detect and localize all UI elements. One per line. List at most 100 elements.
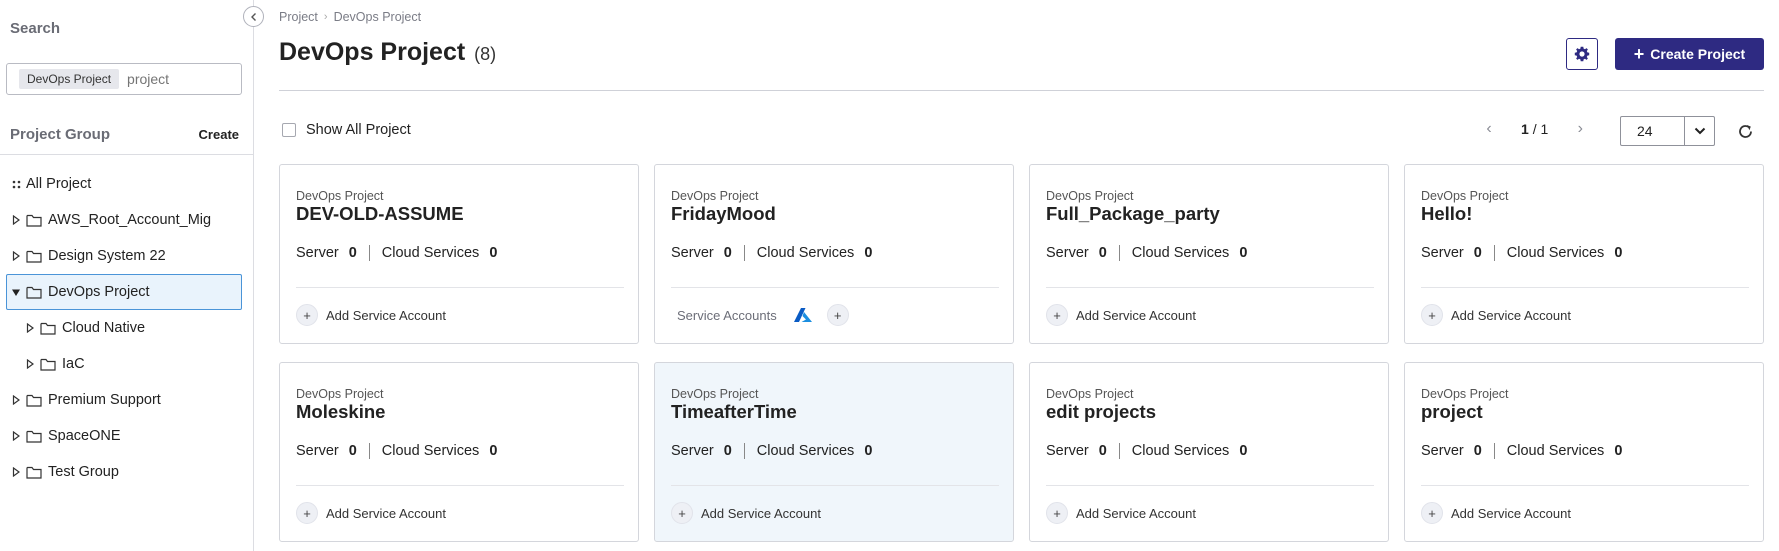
cloud-services-label: Cloud Services [756, 443, 855, 459]
cloud-services-count[interactable]: 0 [489, 245, 497, 261]
chevron-down-icon[interactable] [1684, 117, 1714, 145]
server-count[interactable]: 0 [349, 443, 357, 459]
tree-item[interactable]: Premium Support [0, 382, 254, 418]
project-card[interactable]: DevOps Project Moleskine Server 0 Cloud Serv… [279, 362, 639, 542]
add-service-account-plus-icon[interactable]: + [671, 502, 693, 524]
tree-item-label: Test Group [48, 464, 119, 480]
add-service-account-link[interactable]: Add Service Account [326, 506, 446, 521]
card-divider [1046, 485, 1374, 486]
cloud-services-count[interactable]: 0 [1239, 443, 1247, 459]
cloud-services-count[interactable]: 0 [489, 443, 497, 459]
add-service-account-plus-icon[interactable]: + [1421, 304, 1443, 326]
add-service-account-plus-icon[interactable]: + [1046, 502, 1068, 524]
cloud-services-count[interactable]: 0 [1614, 443, 1622, 459]
page-total: / 1 [1532, 121, 1549, 137]
cloud-services-count[interactable]: 0 [864, 245, 872, 261]
page-size-select[interactable]: 24 [1620, 116, 1715, 146]
breadcrumb-project[interactable]: Project [279, 10, 318, 24]
server-label: Server [1421, 245, 1464, 261]
card-project-name[interactable]: TimeafterTime [671, 401, 797, 423]
caret-right-icon[interactable] [24, 359, 36, 369]
show-all-checkbox[interactable] [282, 123, 296, 137]
add-service-account-link[interactable]: Add Service Account [1451, 308, 1571, 323]
card-project-name[interactable]: project [1421, 401, 1483, 423]
azure-icon[interactable] [793, 307, 813, 323]
tree-item[interactable]: Design System 22 [0, 238, 254, 274]
tree-item[interactable]: SpaceONE [0, 418, 254, 454]
card-project-name[interactable]: DEV-OLD-ASSUME [296, 203, 464, 225]
server-count[interactable]: 0 [1474, 245, 1482, 261]
search-box[interactable]: DevOps Project [6, 63, 242, 95]
add-service-account-plus-icon[interactable]: + [1046, 304, 1068, 326]
card-project-name[interactable]: Moleskine [296, 401, 385, 423]
server-count[interactable]: 0 [349, 245, 357, 261]
add-service-account-plus-icon[interactable]: + [1421, 502, 1443, 524]
tree-item[interactable]: Cloud Native [0, 310, 254, 346]
create-group-button[interactable]: Create [199, 127, 239, 142]
project-card[interactable]: DevOps Project project Server 0 Cloud Servic… [1404, 362, 1764, 542]
card-project-name[interactable]: FridayMood [671, 203, 776, 225]
folder-icon [26, 430, 42, 443]
project-card[interactable]: DevOps Project Full_Package_party Server 0 C… [1029, 164, 1389, 344]
caret-right-icon[interactable] [10, 431, 22, 441]
collapse-sidebar-button[interactable] [243, 6, 264, 27]
server-count[interactable]: 0 [1099, 443, 1107, 459]
show-all-toggle[interactable]: Show All Project [282, 122, 411, 138]
tree-item[interactable]: AWS_Root_Account_Mig [0, 202, 254, 238]
tree-item[interactable]: IaC [0, 346, 254, 382]
next-page-icon[interactable]: › [1570, 120, 1590, 138]
card-divider [296, 485, 624, 486]
add-service-account-plus-icon[interactable]: + [826, 304, 849, 326]
project-card[interactable]: DevOps Project FridayMood Server 0 Cloud Ser… [654, 164, 1014, 344]
grid-dots-icon [10, 180, 22, 189]
cloud-services-count[interactable]: 0 [1614, 245, 1622, 261]
tree-item[interactable]: DevOps Project [6, 274, 242, 310]
search-tag[interactable]: DevOps Project [19, 69, 120, 89]
server-label: Server [671, 443, 714, 459]
cloud-services-label: Cloud Services [1131, 443, 1230, 459]
page-current: 1 [1521, 121, 1529, 137]
caret-right-icon[interactable] [10, 215, 22, 225]
project-group-tree: All Project AWS_Root_Account_Mig Design Sy… [0, 166, 254, 490]
tree-item[interactable]: Test Group [0, 454, 254, 490]
caret-right-icon[interactable] [10, 467, 22, 477]
card-project-name[interactable]: edit projects [1046, 401, 1156, 423]
cloud-services-count[interactable]: 0 [864, 443, 872, 459]
add-service-account-plus-icon[interactable]: + [296, 502, 318, 524]
card-project-name[interactable]: Hello! [1421, 203, 1472, 225]
cloud-services-count[interactable]: 0 [1239, 245, 1247, 261]
create-project-button[interactable]: + Create Project [1615, 38, 1764, 70]
project-card[interactable]: DevOps Project DEV-OLD-ASSUME Server 0 Cloud… [279, 164, 639, 344]
card-stats: Server 0 Cloud Services 0 [296, 443, 497, 459]
settings-button[interactable] [1566, 38, 1598, 70]
search-input[interactable] [127, 71, 228, 87]
server-label: Server [671, 245, 714, 261]
add-service-account-link[interactable]: Add Service Account [701, 506, 821, 521]
server-count[interactable]: 0 [724, 443, 732, 459]
server-count[interactable]: 0 [1474, 443, 1482, 459]
project-card[interactable]: DevOps Project Hello! Server 0 Cloud Service… [1404, 164, 1764, 344]
caret-down-icon[interactable] [10, 288, 22, 297]
tree-item-label: SpaceONE [48, 428, 121, 444]
card-project-name[interactable]: Full_Package_party [1046, 203, 1220, 225]
server-count[interactable]: 0 [1099, 245, 1107, 261]
add-service-account-plus-icon[interactable]: + [296, 304, 318, 326]
tree-item[interactable]: All Project [0, 166, 254, 202]
add-service-account-link[interactable]: Add Service Account [326, 308, 446, 323]
card-divider [1046, 287, 1374, 288]
server-label: Server [1421, 443, 1464, 459]
add-service-account-link[interactable]: Add Service Account [1076, 506, 1196, 521]
project-card[interactable]: DevOps Project edit projects Server 0 Cloud … [1029, 362, 1389, 542]
project-card[interactable]: DevOps Project TimeafterTime Server 0 Cloud … [654, 362, 1014, 542]
add-service-account-link[interactable]: Add Service Account [1076, 308, 1196, 323]
card-group-name: DevOps Project [671, 387, 759, 401]
server-count[interactable]: 0 [724, 245, 732, 261]
add-service-account-link[interactable]: Add Service Account [1451, 506, 1571, 521]
refresh-icon[interactable] [1735, 121, 1755, 141]
folder-icon [40, 358, 56, 371]
caret-right-icon[interactable] [10, 395, 22, 405]
server-label: Server [1046, 443, 1089, 459]
caret-right-icon[interactable] [24, 323, 36, 333]
prev-page-icon[interactable]: ‹ [1479, 120, 1499, 138]
caret-right-icon[interactable] [10, 251, 22, 261]
